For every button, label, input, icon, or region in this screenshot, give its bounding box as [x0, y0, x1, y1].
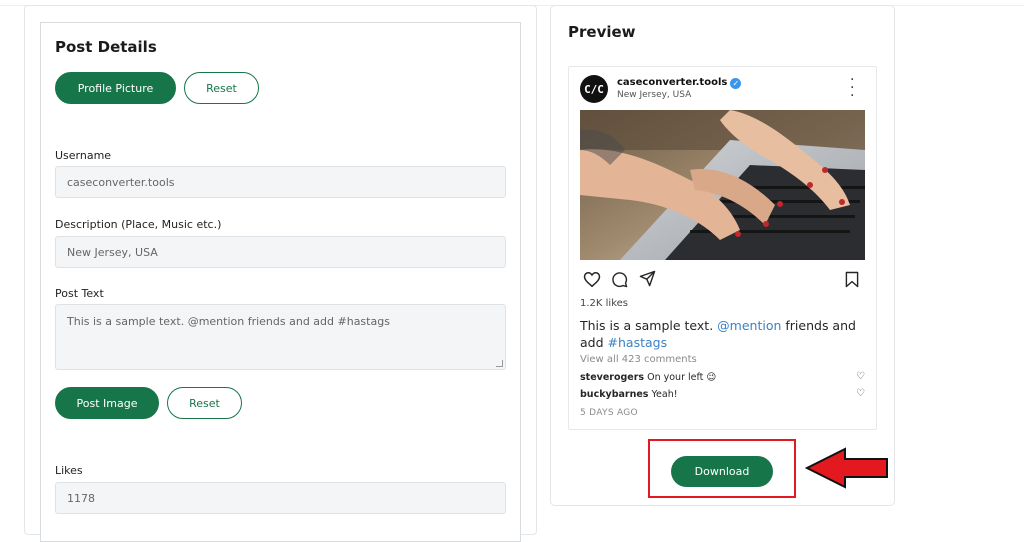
description-label: Description (Place, Music etc.) — [55, 218, 222, 231]
post-text-textarea[interactable]: This is a sample text. @mention friends … — [55, 304, 506, 370]
share-icon[interactable] — [639, 270, 656, 287]
reset-profile-button[interactable]: Reset — [184, 72, 259, 104]
resize-grip-icon[interactable] — [496, 360, 503, 367]
caption-mention-link[interactable]: @mention — [717, 318, 781, 333]
left-arrow-icon — [805, 447, 888, 489]
post-location: New Jersey, USA — [617, 90, 692, 100]
post-text-label: Post Text — [55, 287, 104, 300]
comment-user: steverogers — [580, 372, 645, 383]
download-button[interactable]: Download — [671, 456, 773, 487]
likes-label: Likes — [55, 464, 83, 477]
likes-input[interactable]: 1178 — [55, 482, 506, 514]
view-all-comments-link[interactable]: View all 423 comments — [580, 354, 697, 365]
comment-like-icon[interactable]: ♡ — [856, 371, 865, 382]
comment-user: buckybarnes — [580, 389, 649, 400]
comment-like-icon[interactable]: ♡ — [856, 388, 865, 399]
heart-icon[interactable] — [583, 271, 601, 288]
more-options-icon[interactable]: · · · — [850, 73, 854, 103]
preview-title: Preview — [568, 23, 636, 41]
description-input[interactable]: New Jersey, USA — [55, 236, 506, 268]
reset-image-button[interactable]: Reset — [167, 387, 242, 419]
caption-text-1: This is a sample text. — [580, 318, 714, 333]
laptop-typing-image — [580, 110, 865, 260]
post-username-text: caseconverter.tools — [617, 77, 728, 88]
profile-picture-button[interactable]: Profile Picture — [55, 72, 176, 104]
comment-text: Yeah! — [651, 389, 678, 400]
avatar: C/C — [580, 75, 608, 103]
comment-text: On your left 😉 — [647, 372, 717, 383]
comment-item: buckybarnes Yeah! — [580, 389, 678, 400]
bookmark-icon[interactable] — [845, 271, 859, 288]
username-input[interactable]: caseconverter.tools — [55, 166, 506, 198]
post-image — [580, 110, 865, 260]
post-details-title: Post Details — [55, 38, 157, 56]
verified-badge-icon: ✓ — [730, 78, 742, 89]
comment-icon[interactable] — [611, 271, 628, 288]
post-username: caseconverter.tools ✓ — [617, 77, 742, 89]
post-caption: This is a sample text. @mention friends … — [580, 317, 865, 351]
comment-item: steverogers On your left 😉 — [580, 372, 716, 383]
avatar-text: C/C — [584, 82, 604, 96]
username-label: Username — [55, 149, 112, 162]
post-text-value: This is a sample text. @mention friends … — [67, 315, 390, 328]
likes-count: 1.2K likes — [580, 298, 628, 309]
post-time-ago: 5 DAYS AGO — [580, 408, 638, 418]
post-image-button[interactable]: Post Image — [55, 387, 159, 419]
caption-hashtag-link[interactable]: #hastags — [608, 335, 668, 350]
